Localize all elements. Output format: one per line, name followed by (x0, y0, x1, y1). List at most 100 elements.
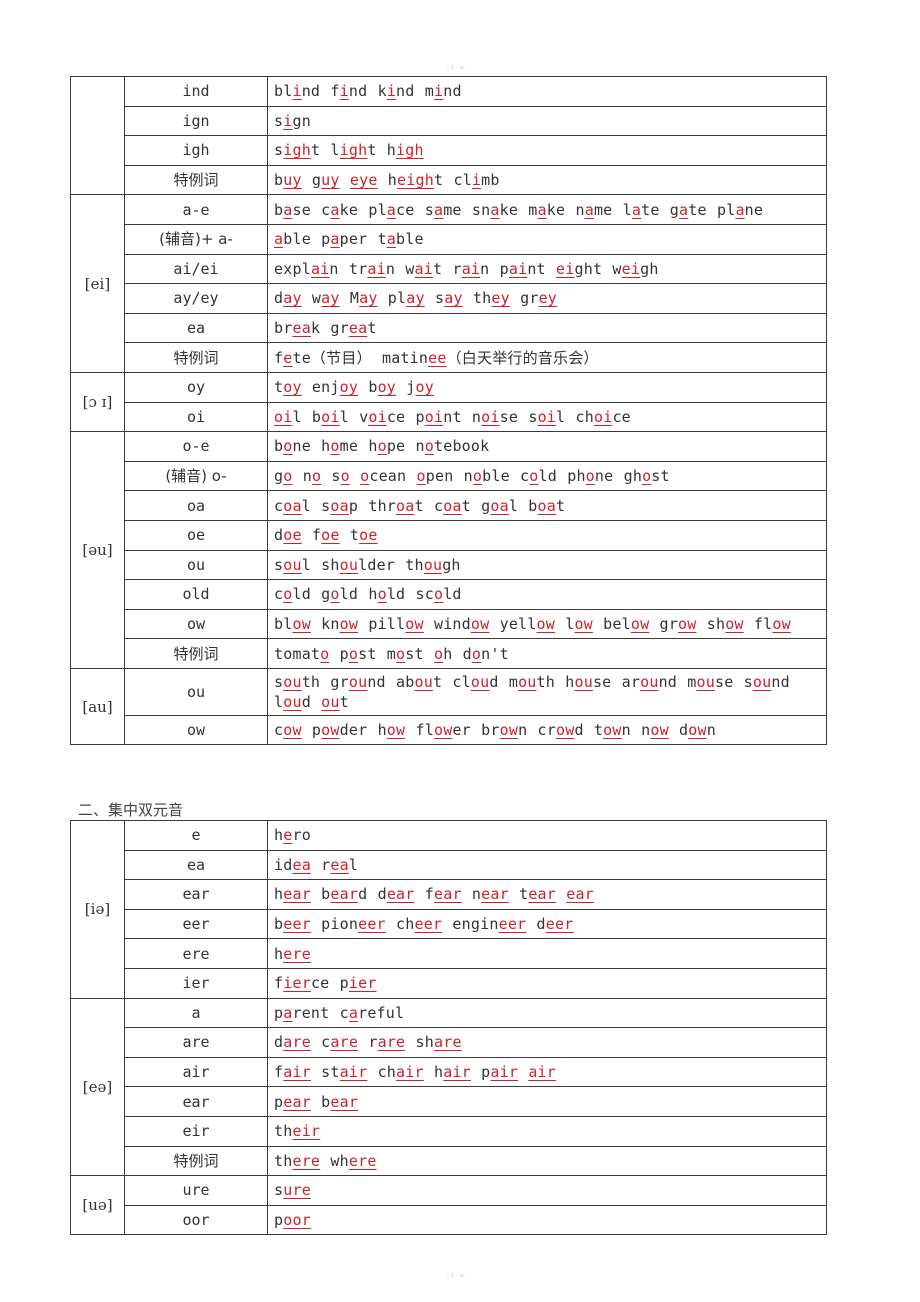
table-row: air fair stair chair hair pair air (71, 1056, 827, 1088)
highlighted-letters: are (283, 1033, 311, 1052)
spelling-pattern-cell: ear (124, 879, 268, 910)
highlighted-letters: oe (321, 526, 340, 545)
highlighted-letters: ear (481, 885, 509, 904)
highlighted-letters: ow (772, 614, 791, 633)
table-row: ai/ei explain train wait rain paint eight… (71, 253, 827, 285)
example-words-cell: explain train wait rain paint eight weig… (267, 253, 827, 285)
example-words-cell: buy guy eye height climb (267, 164, 827, 196)
example-words-cell: oil boil voice point noise soil choice (267, 401, 827, 433)
phonetic-symbol-cell: [ei] (70, 194, 125, 373)
example-words-cell: blind find kind mind (267, 76, 827, 107)
highlighted-letters: a (584, 200, 594, 219)
highlighted-letters: o (330, 437, 340, 456)
highlighted-letters: ow (321, 721, 340, 740)
table-row: oi oil boil voice point noise soil choice (71, 401, 827, 433)
highlighted-letters: air (490, 1063, 519, 1082)
spelling-pattern-cell: oe (124, 519, 268, 551)
highlighted-letters: eer (545, 915, 574, 934)
table-row: oe doe foe toe (71, 519, 827, 551)
highlighted-letters: ai (310, 259, 330, 278)
example-words-cell: day way May play say they grey (267, 283, 827, 314)
highlighted-letters: ear (283, 1092, 311, 1111)
highlighted-letters: ou (339, 555, 359, 574)
example-words-cell: soul shoulder though (267, 549, 827, 581)
highlighted-letters: o (283, 467, 293, 486)
highlighted-letters: air (443, 1063, 471, 1082)
phonetic-symbol-cell: [iə] (70, 820, 125, 999)
example-words-cell: break great (267, 312, 827, 344)
highlighted-letters: a (679, 200, 689, 219)
highlighted-letters: eer (498, 915, 527, 934)
highlighted-letters: o (416, 467, 426, 486)
example-words-cell: base cake place same snake make name lat… (267, 194, 827, 225)
highlighted-letters: oi (424, 407, 444, 426)
example-words-cell: go no so ocean open noble cold phone gho… (267, 460, 827, 492)
table-row: 特例词 there where (71, 1145, 827, 1177)
phonetic-symbol-cell: [eə] (70, 997, 125, 1177)
highlighted-letters: ow (536, 614, 555, 633)
highlighted-letters: o (377, 437, 387, 456)
highlighted-letters: oa (330, 496, 349, 515)
highlighted-letters: i (283, 111, 293, 130)
highlighted-letters: ou (348, 672, 368, 691)
spelling-pattern-cell: ou (124, 549, 268, 581)
section-title-centering-diphthongs: 二、集中双元音 (78, 801, 184, 819)
highlighted-letters: igh (339, 141, 368, 160)
highlighted-letters: ou (423, 555, 443, 574)
highlighted-letters: o (320, 644, 330, 663)
example-words-cell: sign (267, 105, 827, 137)
example-words-cell: there where (267, 1145, 827, 1177)
table-row: old cold gold hold scold (71, 579, 827, 610)
spelling-pattern-cell: ign (124, 105, 268, 137)
spelling-pattern-cell: ea (124, 312, 268, 344)
table-row: igh sight light high (71, 135, 827, 166)
highlighted-letters: ay (359, 289, 378, 308)
highlighted-letters: ow (433, 721, 453, 740)
spelling-pattern-cell: ere (124, 938, 268, 969)
example-words-cell: fair stair chair hair pair air (267, 1056, 827, 1088)
highlighted-letters: o (585, 467, 595, 486)
highlighted-letters: are (377, 1033, 406, 1052)
spelling-pattern-cell: 特例词 (124, 638, 268, 669)
table-row: ow cow powder how flower brown crowd town… (71, 714, 827, 746)
spelling-pattern-cell: ier (124, 967, 268, 999)
highlighted-letters: eir (292, 1122, 321, 1141)
highlighted-letters: o (311, 467, 322, 486)
highlighted-letters: ow (470, 614, 490, 633)
phonetic-symbol-cell: [uə] (70, 1175, 125, 1236)
highlighted-letters: ear (386, 885, 415, 904)
highlighted-letters: ou (283, 555, 302, 574)
highlighted-letters: ere (348, 1151, 377, 1170)
table-row: (辅音) o-go no so ocean open noble cold ph… (71, 460, 827, 492)
table-row: ear hear beard dear fear near tear ear (71, 879, 827, 910)
highlighted-letters: i (292, 82, 302, 101)
highlighted-letters: i (386, 82, 397, 101)
highlighted-letters: eer (283, 915, 311, 934)
highlighted-letters: a (490, 200, 500, 219)
highlighted-letters: ay (283, 289, 302, 308)
highlighted-letters: ey (538, 289, 558, 308)
example-words-cell: doe foe toe (267, 519, 827, 551)
highlighted-letters: a (283, 1003, 293, 1022)
highlighted-letters: air (339, 1063, 368, 1082)
highlighted-letters: ou (640, 672, 659, 691)
highlighted-letters: oi (368, 407, 387, 426)
highlighted-letters: o (529, 467, 539, 486)
highlighted-letters: ea (292, 855, 311, 874)
highlighted-letters: ow (630, 614, 650, 633)
vowel-spelling-table-1: ind blind find kind mind ign sign igh sight l… (70, 75, 827, 746)
phonetic-symbol-cell: [əu] (70, 431, 125, 669)
spelling-pattern-cell: ind (124, 76, 268, 107)
highlighted-letters: o (283, 437, 293, 456)
highlighted-letters: ow (574, 614, 593, 633)
example-words-cell: hero (267, 820, 827, 851)
highlighted-letters: ou (283, 672, 302, 691)
highlighted-letters: ou (518, 672, 537, 691)
highlighted-letters: ear (528, 885, 557, 904)
table-row: 特例词 tomato post most oh don't (71, 638, 827, 669)
example-words-cell: coal soap throat coat goal boat (267, 490, 827, 521)
phonetic-symbol-cell (70, 75, 125, 196)
spelling-pattern-cell: ou (124, 667, 268, 716)
phonetic-symbol-cell: [ɔ ɪ] (70, 371, 125, 433)
spelling-pattern-cell: old (124, 579, 268, 610)
